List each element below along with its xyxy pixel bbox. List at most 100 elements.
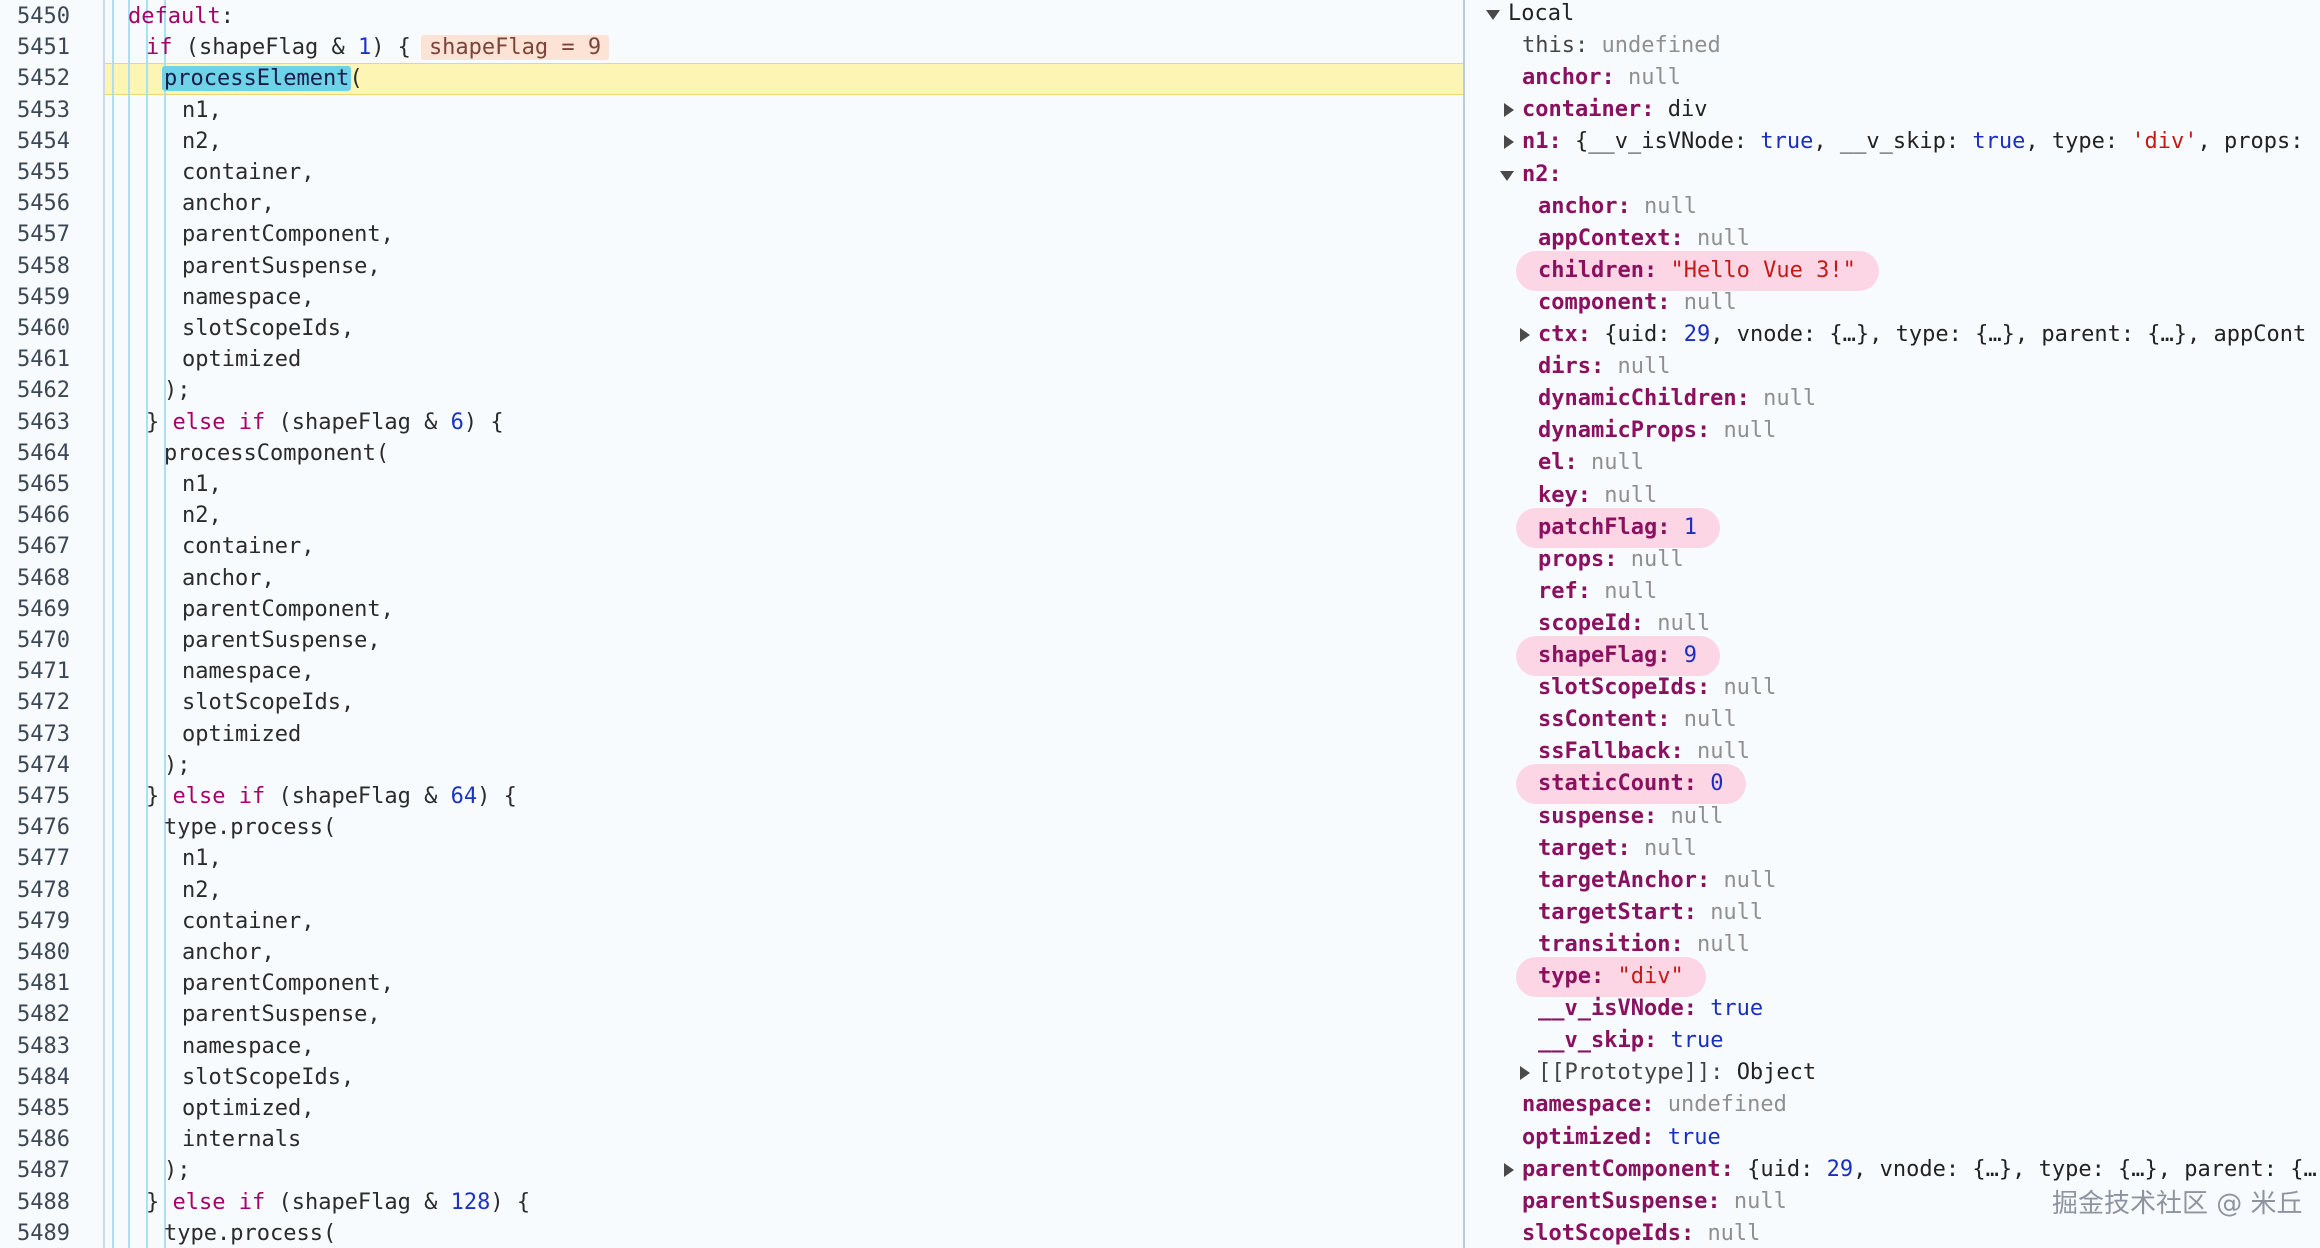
code-line[interactable]: 5452 processElement( <box>0 63 1463 94</box>
scope-property-parentsuspense[interactable]: parentSuspense: null <box>1522 1186 1787 1218</box>
code-line[interactable]: 5479 container, <box>0 906 1463 937</box>
scope-property-dynamicprops[interactable]: dynamicProps: null <box>1538 415 1776 447</box>
line-number[interactable]: 5484 <box>0 1062 70 1093</box>
line-number[interactable]: 5463 <box>0 407 70 438</box>
line-number[interactable]: 5486 <box>0 1124 70 1155</box>
code-line[interactable]: 5456 anchor, <box>0 188 1463 219</box>
line-number[interactable]: 5476 <box>0 812 70 843</box>
scope-property-targetstart[interactable]: targetStart: null <box>1538 897 1763 929</box>
line-number[interactable]: 5467 <box>0 531 70 562</box>
line-number[interactable]: 5461 <box>0 344 70 375</box>
scope-property-slotscopeids[interactable]: slotScopeIds: null <box>1522 1218 1760 1248</box>
line-number[interactable]: 5472 <box>0 687 70 718</box>
code-line[interactable]: 5472 slotScopeIds, <box>0 687 1463 718</box>
scope-property-optimized[interactable]: optimized: true <box>1522 1122 1721 1154</box>
line-number[interactable]: 5471 <box>0 656 70 687</box>
line-number[interactable]: 5459 <box>0 282 70 313</box>
line-number[interactable]: 5473 <box>0 719 70 750</box>
scope-property-type[interactable]: type: "div" <box>1538 961 1684 993</box>
line-number[interactable]: 5465 <box>0 469 70 500</box>
code-line[interactable]: 5475} else if (shapeFlag & 64) { <box>0 781 1463 812</box>
line-number[interactable]: 5474 <box>0 750 70 781</box>
scope-property-container[interactable]: container: div <box>1504 94 1707 126</box>
code-line[interactable]: 5450 default: <box>0 1 1463 32</box>
scope-property-this[interactable]: this: undefined <box>1522 30 1721 62</box>
scope-property-ref[interactable]: ref: null <box>1538 576 1657 608</box>
code-line[interactable]: 5477 n1, <box>0 843 1463 874</box>
code-line[interactable]: 5470 parentSuspense, <box>0 625 1463 656</box>
line-number[interactable]: 5466 <box>0 500 70 531</box>
code-line[interactable]: 5451 if (shapeFlag & 1) {shapeFlag = 9 <box>0 32 1463 63</box>
code-line[interactable]: 5485 optimized, <box>0 1093 1463 1124</box>
line-number[interactable]: 5488 <box>0 1187 70 1218</box>
line-number[interactable]: 5468 <box>0 563 70 594</box>
line-number[interactable]: 5454 <box>0 126 70 157</box>
scope-property-namespace[interactable]: namespace: undefined <box>1522 1089 1787 1121</box>
code-line[interactable]: 5453 n1, <box>0 95 1463 126</box>
scope-property-component[interactable]: component: null <box>1538 287 1737 319</box>
line-number[interactable]: 5477 <box>0 843 70 874</box>
code-line[interactable]: 5459 namespace, <box>0 282 1463 313</box>
scope-property-staticcount[interactable]: staticCount: 0 <box>1538 768 1723 800</box>
line-number[interactable]: 5460 <box>0 313 70 344</box>
scope-property-prototype[interactable]: [[Prototype]]: Object <box>1520 1057 1816 1089</box>
code-line[interactable]: 5474); <box>0 750 1463 781</box>
code-line[interactable]: 5461 optimized <box>0 344 1463 375</box>
line-number[interactable]: 5458 <box>0 251 70 282</box>
scope-property-__v_isvnode[interactable]: __v_isVNode: true <box>1538 993 1763 1025</box>
scope-property-targetanchor[interactable]: targetAnchor: null <box>1538 865 1776 897</box>
code-line[interactable]: 5458 parentSuspense, <box>0 251 1463 282</box>
code-line[interactable]: 5460 slotScopeIds, <box>0 313 1463 344</box>
code-line[interactable]: 5454 n2, <box>0 126 1463 157</box>
scope-property-props[interactable]: props: null <box>1538 544 1684 576</box>
code-line[interactable]: 5489 type.process( <box>0 1218 1463 1248</box>
line-number[interactable]: 5455 <box>0 157 70 188</box>
scope-property-ctx[interactable]: ctx: {uid: 29, vnode: {…}, type: {…}, pa… <box>1520 319 2306 351</box>
line-number[interactable]: 5478 <box>0 875 70 906</box>
code-line[interactable]: 5480 anchor, <box>0 937 1463 968</box>
scope-property-parentcomponent[interactable]: parentComponent: {uid: 29, vnode: {…}, t… <box>1504 1154 2317 1186</box>
code-line[interactable]: 5463} else if (shapeFlag & 6) { <box>0 407 1463 438</box>
code-line[interactable]: 5467 container, <box>0 531 1463 562</box>
expand-triangle-closed-icon[interactable] <box>1520 328 1530 342</box>
line-number[interactable]: 5450 <box>0 1 70 32</box>
code-line[interactable]: 5478 n2, <box>0 875 1463 906</box>
line-number[interactable]: 5475 <box>0 781 70 812</box>
line-number[interactable]: 5489 <box>0 1218 70 1248</box>
scope-property-slotscopeids[interactable]: slotScopeIds: null <box>1538 672 1776 704</box>
code-line[interactable]: 5455 container, <box>0 157 1463 188</box>
code-line[interactable]: 5462); <box>0 375 1463 406</box>
scope-property-__v_skip[interactable]: __v_skip: true <box>1538 1025 1723 1057</box>
line-number[interactable]: 5481 <box>0 968 70 999</box>
line-number[interactable]: 5470 <box>0 625 70 656</box>
line-number[interactable]: 5453 <box>0 95 70 126</box>
scope-property-el[interactable]: el: null <box>1538 447 1644 479</box>
code-line[interactable]: 5468 anchor, <box>0 563 1463 594</box>
scope-property-suspense[interactable]: suspense: null <box>1538 801 1723 833</box>
code-line[interactable]: 5457 parentComponent, <box>0 219 1463 250</box>
code-line[interactable]: 5481 parentComponent, <box>0 968 1463 999</box>
code-line[interactable]: 5466 n2, <box>0 500 1463 531</box>
line-number[interactable]: 5462 <box>0 375 70 406</box>
line-number[interactable]: 5452 <box>0 63 70 94</box>
scope-property-anchor[interactable]: anchor: null <box>1538 191 1697 223</box>
scope-property-target[interactable]: target: null <box>1538 833 1697 865</box>
line-number[interactable]: 5485 <box>0 1093 70 1124</box>
line-number[interactable]: 5457 <box>0 219 70 250</box>
line-number[interactable]: 5464 <box>0 438 70 469</box>
code-line[interactable]: 5464 processComponent( <box>0 438 1463 469</box>
expand-triangle-open-icon[interactable] <box>1500 170 1514 181</box>
code-line[interactable]: 5483 namespace, <box>0 1031 1463 1062</box>
code-editor[interactable]: 5450 default: 5451 if (shapeFlag & 1) {shap… <box>0 0 1463 1248</box>
code-line[interactable]: 5473 optimized <box>0 719 1463 750</box>
code-line[interactable]: 5471 namespace, <box>0 656 1463 687</box>
scope-property-anchor[interactable]: anchor: null <box>1522 62 1681 94</box>
code-line[interactable]: 5469 parentComponent, <box>0 594 1463 625</box>
code-line[interactable]: 5482 parentSuspense, <box>0 999 1463 1030</box>
code-line[interactable]: 5488} else if (shapeFlag & 128) { <box>0 1187 1463 1218</box>
scope-property-key[interactable]: key: null <box>1538 480 1657 512</box>
expand-triangle-closed-icon[interactable] <box>1520 1066 1530 1081</box>
scope-property-sscontent[interactable]: ssContent: null <box>1538 704 1737 736</box>
expand-triangle-closed-icon[interactable] <box>1504 135 1514 150</box>
scope-property-children[interactable]: children: "Hello Vue 3!" <box>1538 255 1856 287</box>
